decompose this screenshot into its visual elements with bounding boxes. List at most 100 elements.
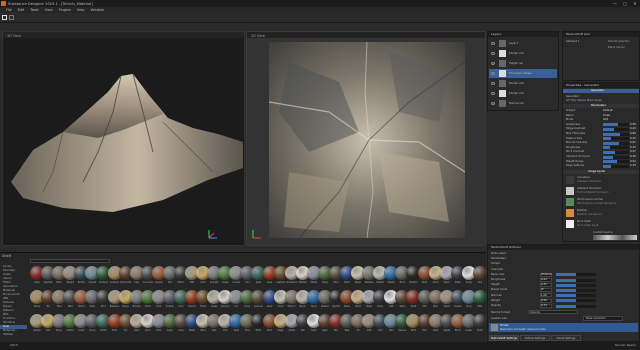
layer-row[interactable]: Tile Flower Shape (489, 69, 557, 78)
eye-icon[interactable] (491, 82, 495, 85)
normal-format-value: OpenGL (530, 311, 541, 314)
outliner-row-label[interactable]: Opacity (491, 304, 501, 307)
param-slider[interactable] (603, 150, 629, 154)
window-title: Substance Designer 2019.1 - [Terrain_Mat… (8, 1, 93, 6)
status-right: Render Ready (615, 343, 636, 347)
link-item[interactable]: Ambient 1 (566, 40, 579, 43)
tab-visual-settings[interactable]: Visual Settings (551, 335, 581, 341)
menu-window[interactable]: Window (91, 8, 104, 12)
viewport-2d[interactable]: 2D View (246, 31, 486, 246)
layer-row[interactable]: Shader call (489, 49, 557, 58)
image-input-sub: Rock mask input (577, 224, 599, 227)
menu-help[interactable]: Help (77, 8, 85, 12)
outliner-row-slider[interactable] (556, 273, 596, 277)
image-input-sub: Position (uv-space) (577, 213, 602, 216)
outliner-row-slider[interactable] (556, 299, 596, 303)
select-tool-icon[interactable] (2, 15, 7, 20)
eye-icon[interactable] (491, 52, 495, 55)
outliner-row-label[interactable]: Normals (491, 294, 502, 297)
param-slider[interactable] (603, 141, 629, 145)
menu-file[interactable]: File (6, 8, 12, 12)
layer-label: Shader call (509, 92, 524, 95)
texture-preview (269, 42, 465, 238)
material-thumbnail[interactable] (472, 314, 487, 328)
eye-icon[interactable] (491, 102, 495, 105)
submit-selection-button[interactable]: Submit selection (608, 40, 630, 43)
terrain-mesh (11, 73, 243, 212)
layer-row[interactable]: Shader call (489, 79, 557, 88)
material-thumbnail[interactable] (472, 290, 487, 304)
parameters-header-label: Parameters (591, 104, 606, 107)
menu-tools[interactable]: Tools (30, 8, 38, 12)
image-input-thumbnail[interactable] (566, 198, 574, 206)
image-input-thumbnail[interactable] (566, 209, 574, 217)
param-slider[interactable] (603, 137, 629, 141)
eye-icon[interactable] (491, 42, 495, 45)
layout-tool-icon[interactable] (9, 15, 14, 20)
outliner-row-label[interactable]: Base color (491, 273, 505, 276)
param-value: 0.32 (630, 136, 636, 140)
param-slider[interactable] (603, 155, 629, 159)
outliner-row-label[interactable]: Parameters (491, 257, 506, 260)
param-label: Blend (566, 113, 574, 117)
menu-view[interactable]: View (45, 8, 53, 12)
param-slider[interactable] (603, 127, 629, 131)
param-slider[interactable] (603, 160, 629, 164)
viewport-3d[interactable]: 3D View (2, 31, 245, 246)
shelf-search-input[interactable] (30, 259, 110, 263)
menu-edit[interactable]: Edit (18, 8, 25, 12)
layer-row[interactable]: Shader call (489, 89, 557, 98)
layer-thumbnail (499, 70, 506, 77)
blank-cancel-button[interactable]: Blank cancel (608, 46, 624, 49)
maximize-button[interactable]: □ (620, 0, 630, 7)
outliner-row-label[interactable]: Preset mode (491, 288, 507, 291)
2d-axis-gizmo-icon (252, 230, 261, 239)
outliner-row-slider[interactable] (556, 288, 596, 292)
eye-icon[interactable] (491, 72, 495, 75)
layer-row[interactable]: Layer 1 (489, 39, 557, 48)
layer-label: Layer 1 (509, 42, 519, 45)
layers-panel: Layers Layer 1 Shader call Height call Tile… (487, 31, 559, 111)
outliner-row-label[interactable]: Height (491, 283, 500, 286)
layer-row[interactable]: Normal call (489, 99, 557, 108)
layer-row[interactable]: Height call (489, 59, 557, 68)
minimize-button[interactable]: — (610, 0, 620, 7)
outliner-row-slider[interactable] (556, 278, 596, 282)
outliner-row-slider[interactable] (556, 294, 596, 298)
outliner-row-label[interactable]: Channels (491, 268, 503, 271)
param-value: 0.38 (630, 155, 636, 158)
shelf-category-item[interactable]: Utilities (0, 333, 27, 337)
outliner-row-label[interactable]: Node sheet (491, 252, 506, 255)
tab-texturesoft-settings[interactable]: TextureSoft Settings (489, 335, 519, 341)
param-value: 0.61 (630, 141, 636, 145)
layer-label: Shader call (509, 82, 524, 85)
image-input-label: Curvature (577, 176, 590, 179)
eye-icon[interactable] (491, 92, 495, 95)
outliner-row-label[interactable]: Roughness (491, 278, 505, 281)
param-value[interactable]: Default (603, 109, 612, 112)
param-label: Height Range (566, 159, 584, 163)
image-input-thumbnail[interactable] (566, 220, 574, 228)
material-thumbnail[interactable] (472, 266, 487, 280)
outliner-row-slider[interactable] (556, 283, 596, 287)
outliner-row-label[interactable]: Output (491, 262, 500, 265)
terrain-output-sub: Resolution bit depth reduced mode (500, 328, 546, 331)
eye-icon[interactable] (491, 62, 495, 65)
outliner-row-slider[interactable] (556, 304, 596, 308)
close-button[interactable]: ✕ (630, 0, 640, 7)
param-value[interactable]: Soft (603, 118, 608, 121)
image-input-thumbnail[interactable] (566, 176, 574, 184)
image-input-thumbnail[interactable] (566, 187, 574, 195)
param-slider[interactable] (603, 146, 629, 150)
param-slider[interactable] (603, 164, 629, 168)
tab-outline-settings[interactable]: Outline Settings (520, 335, 550, 341)
param-label: Max Thickness (566, 132, 586, 135)
layer-thumbnail (499, 80, 506, 87)
custom-source-swatch[interactable] (593, 235, 637, 240)
param-value[interactable]: Scale (603, 114, 610, 117)
menu-plugins[interactable]: Plugins (59, 8, 71, 12)
outliner-row-label[interactable]: Weight (491, 299, 500, 302)
param-slider[interactable] (603, 123, 629, 127)
link-panel-title: TextureSoft Link (563, 32, 639, 37)
param-slider[interactable] (603, 132, 629, 136)
